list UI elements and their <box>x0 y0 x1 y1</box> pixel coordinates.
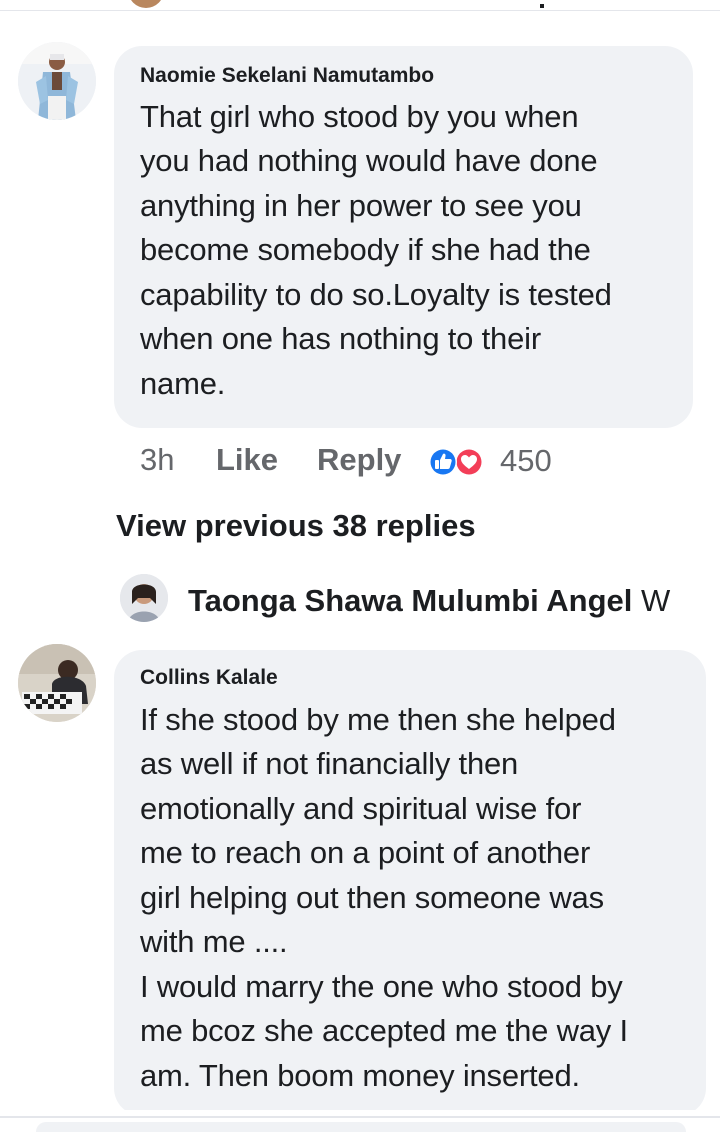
next-comment-bubble-edge <box>36 1122 686 1132</box>
reply-author-name[interactable]: Taonga Shawa Mulumbi Angel <box>188 583 632 618</box>
next-comment-edge <box>0 1110 720 1132</box>
comment-text-line: emotionally and spiritual wise for <box>140 791 582 826</box>
avatar[interactable] <box>120 574 168 622</box>
previous-comment-edge <box>0 0 720 11</box>
reply-author: Taonga Shawa Mulumbi Angel W <box>188 583 670 619</box>
comment-text-line: girl helping out then someone was <box>140 880 604 915</box>
comment-author[interactable]: Naomie Sekelani Namutambo <box>140 64 434 88</box>
comments-screen: Naomie Sekelani Namutambo That girl who … <box>0 0 720 1132</box>
comment-text-line: with me .... <box>140 924 288 959</box>
avatar[interactable] <box>18 644 96 722</box>
comment-text-line: me bcoz she accepted me the way I <box>140 1013 628 1048</box>
comment-author[interactable]: Collins Kalale <box>140 666 278 690</box>
comment-text-line: If she stood by me then she helped <box>140 702 616 737</box>
comment-text-line: me to reach on a point of another <box>140 835 591 870</box>
comment-text-line: anything in her power to see you <box>140 188 582 223</box>
reaction-count[interactable]: 450 <box>500 443 552 479</box>
like-button[interactable]: Like <box>216 442 278 478</box>
person-photo-icon <box>120 574 168 622</box>
comment-text-line: become somebody if she had the <box>140 232 591 267</box>
reply-button[interactable]: Reply <box>317 442 401 478</box>
partial-avatar <box>128 0 164 8</box>
view-previous-replies-link[interactable]: View previous 38 replies <box>116 508 476 544</box>
comment-text-line: as well if not financially then <box>140 746 519 781</box>
person-photo-icon <box>18 42 96 120</box>
reply-preview[interactable]: Taonga Shawa Mulumbi Angel W <box>120 572 720 622</box>
person-photo-icon <box>18 644 96 722</box>
love-icon <box>455 448 483 476</box>
comment-text-line: That girl who stood by you when <box>140 99 579 134</box>
comment-text-line: you had nothing would have done <box>140 143 598 178</box>
avatar[interactable] <box>18 42 96 120</box>
ellipsis-dot <box>540 4 544 8</box>
comment-text-line: capability to do so.Loyalty is tested <box>140 277 612 312</box>
reaction-icons <box>429 448 483 476</box>
comment-text-line: I would marry the one who stood by <box>140 969 623 1004</box>
divider <box>0 1116 720 1118</box>
reply-snippet: W <box>640 583 671 618</box>
comment-text-line: name. <box>140 366 226 401</box>
comment-text-line: am. Then boom money inserted. <box>140 1058 580 1093</box>
comment-text-line: when one has nothing to their <box>140 321 541 356</box>
like-icon <box>429 448 457 476</box>
reaction-summary[interactable] <box>425 446 485 478</box>
timestamp[interactable]: 3h <box>140 442 174 478</box>
